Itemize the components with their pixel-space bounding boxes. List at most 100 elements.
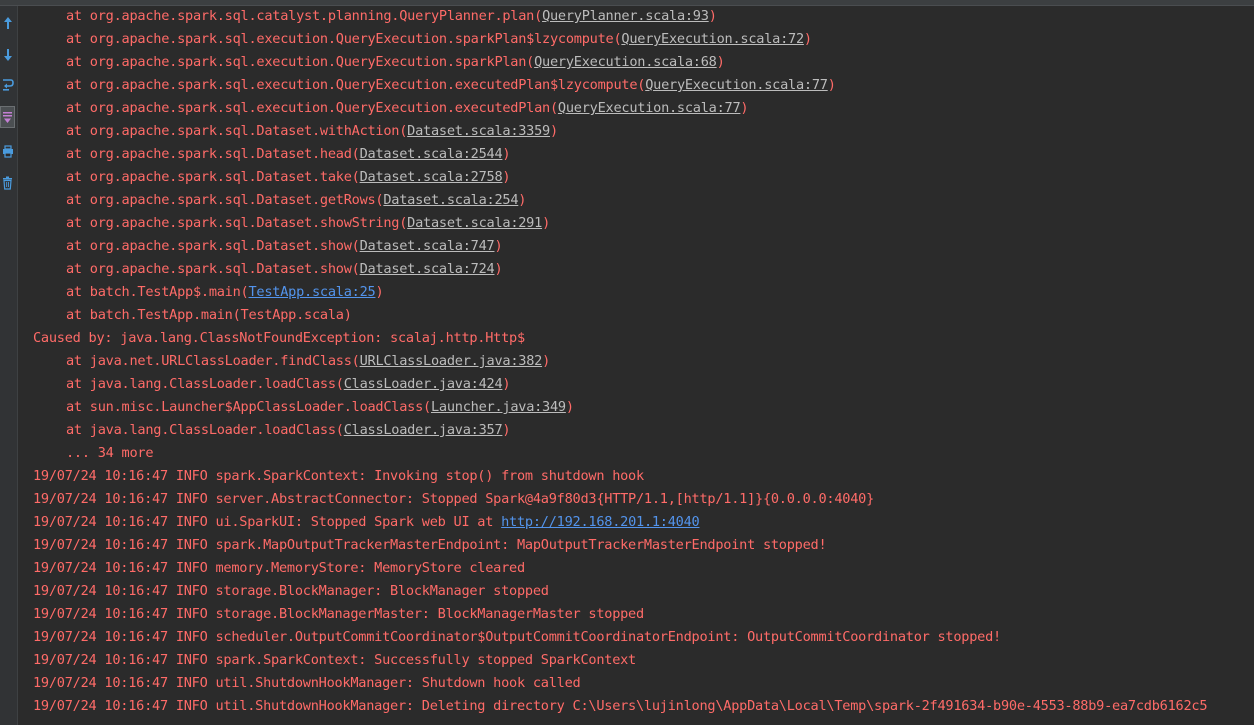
source-file-link[interactable]: QueryExecution.scala:77 <box>558 100 741 116</box>
log-text: 19/07/24 10:16:47 INFO storage.BlockMana… <box>33 583 549 599</box>
source-file-link[interactable]: QueryExecution.scala:68 <box>534 54 717 70</box>
console-line: at java.lang.ClassLoader.loadClass(Class… <box>33 419 1248 442</box>
log-text: 19/07/24 10:16:47 INFO util.ShutdownHook… <box>33 675 581 691</box>
log-text: at java.lang.ClassLoader.loadClass( <box>66 376 344 392</box>
console-line: at org.apache.spark.sql.execution.QueryE… <box>33 97 1248 120</box>
clear-all-icon[interactable] <box>0 172 15 194</box>
log-text: ) <box>708 8 717 24</box>
log-text: ) <box>550 123 558 139</box>
console-line: at org.apache.spark.sql.Dataset.show(Dat… <box>33 235 1248 258</box>
log-text: 19/07/24 10:16:47 INFO storage.BlockMana… <box>33 606 644 622</box>
log-text: ) <box>740 100 749 116</box>
source-file-link[interactable]: Dataset.scala:747 <box>360 238 495 254</box>
console-line: 19/07/24 10:16:47 INFO util.ShutdownHook… <box>33 672 1248 695</box>
log-text: at org.apache.spark.sql.execution.QueryE… <box>66 77 646 93</box>
log-text: 19/07/24 10:16:47 INFO scheduler.OutputC… <box>33 629 1001 645</box>
log-text: ) <box>565 399 574 415</box>
log-text: at org.apache.spark.sql.execution.QueryE… <box>66 31 622 47</box>
log-text: ) <box>803 31 812 47</box>
log-text: at org.apache.spark.sql.Dataset.withActi… <box>66 123 408 139</box>
log-text: ) <box>716 54 725 70</box>
console-line: Caused by: java.lang.ClassNotFoundExcept… <box>33 327 1248 350</box>
log-text: ) <box>375 284 384 300</box>
source-file-link[interactable]: ClassLoader.java:357 <box>344 422 503 438</box>
log-text: ) <box>494 238 503 254</box>
source-file-link[interactable]: Dataset.scala:724 <box>360 261 495 277</box>
soft-wrap-icon[interactable] <box>0 74 15 96</box>
log-text: ) <box>494 261 503 277</box>
console-output[interactable]: at org.apache.spark.sql.catalyst.plannin… <box>33 5 1248 725</box>
log-text: at org.apache.spark.sql.Dataset.take( <box>66 169 360 185</box>
print-icon[interactable] <box>0 140 15 162</box>
console-line: 19/07/24 10:16:47 INFO spark.MapOutputTr… <box>33 534 1248 557</box>
console-toolbar <box>0 6 18 725</box>
log-text: at org.apache.spark.sql.Dataset.showStri… <box>66 215 408 231</box>
log-text: ) <box>518 192 527 208</box>
console-line: at org.apache.spark.sql.execution.QueryE… <box>33 74 1248 97</box>
log-text: at org.apache.spark.sql.catalyst.plannin… <box>66 8 543 24</box>
log-text: at batch.TestApp.main(TestApp.scala) <box>66 307 352 323</box>
console-line: at java.net.URLClassLoader.findClass(URL… <box>33 350 1248 373</box>
down-stack-trace-icon[interactable] <box>0 44 15 66</box>
log-text: at java.lang.ClassLoader.loadClass( <box>66 422 344 438</box>
url-link[interactable]: http://192.168.201.1:4040 <box>501 514 700 530</box>
console-line: at org.apache.spark.sql.Dataset.take(Dat… <box>33 166 1248 189</box>
source-file-link[interactable]: Dataset.scala:291 <box>407 215 542 231</box>
source-file-link[interactable]: Dataset.scala:254 <box>383 192 518 208</box>
log-text: 19/07/24 10:16:47 INFO memory.MemoryStor… <box>33 560 525 576</box>
log-text: at org.apache.spark.sql.Dataset.show( <box>66 238 360 254</box>
console-line: 19/07/24 10:16:47 INFO storage.BlockMana… <box>33 603 1248 626</box>
log-text: at org.apache.spark.sql.execution.QueryE… <box>66 100 558 116</box>
log-text: 19/07/24 10:16:47 INFO server.AbstractCo… <box>33 491 875 507</box>
log-text: ) <box>502 422 511 438</box>
console-line: at batch.TestApp.main(TestApp.scala) <box>33 304 1248 327</box>
source-file-link[interactable]: QueryExecution.scala:77 <box>645 77 828 93</box>
console-line: at org.apache.spark.sql.execution.QueryE… <box>33 51 1248 74</box>
source-file-link[interactable]: Launcher.java:349 <box>431 399 566 415</box>
source-file-link[interactable]: QueryPlanner.scala:93 <box>542 8 709 24</box>
log-text: ) <box>502 169 511 185</box>
console-line: 19/07/24 10:16:47 INFO memory.MemoryStor… <box>33 557 1248 580</box>
console-line: at org.apache.spark.sql.Dataset.getRows(… <box>33 189 1248 212</box>
console-line: at sun.misc.Launcher$AppClassLoader.load… <box>33 396 1248 419</box>
source-file-link[interactable]: Dataset.scala:2758 <box>360 169 503 185</box>
log-text: 19/07/24 10:16:47 INFO spark.SparkContex… <box>33 652 636 668</box>
log-text: at org.apache.spark.sql.Dataset.show( <box>66 261 360 277</box>
console-line: ... 34 more <box>33 442 1248 465</box>
console-line: at org.apache.spark.sql.Dataset.head(Dat… <box>33 143 1248 166</box>
log-text: ) <box>502 376 511 392</box>
log-text: 19/07/24 10:16:47 INFO spark.SparkContex… <box>33 468 644 484</box>
log-text: at org.apache.spark.sql.Dataset.head( <box>66 146 360 162</box>
console-line: 19/07/24 10:16:47 INFO spark.SparkContex… <box>33 649 1248 672</box>
log-text: Caused by: java.lang.ClassNotFoundExcept… <box>33 330 525 346</box>
log-text: ) <box>542 215 550 231</box>
source-file-link[interactable]: Dataset.scala:2544 <box>360 146 503 162</box>
source-file-link[interactable]: Dataset.scala:3359 <box>407 123 550 139</box>
console-line: 19/07/24 10:16:47 INFO util.ShutdownHook… <box>33 695 1248 718</box>
log-text: 19/07/24 10:16:47 INFO ui.SparkUI: Stopp… <box>33 514 502 530</box>
console-line: at batch.TestApp$.main(TestApp.scala:25) <box>33 281 1248 304</box>
log-text: ) <box>827 77 836 93</box>
log-text: at org.apache.spark.sql.Dataset.getRows( <box>66 192 384 208</box>
source-file-link[interactable]: ClassLoader.java:424 <box>344 376 503 392</box>
up-stack-trace-icon[interactable] <box>0 12 15 34</box>
source-file-link[interactable]: TestApp.scala:25 <box>249 284 376 300</box>
console-line: at org.apache.spark.sql.execution.QueryE… <box>33 28 1248 51</box>
log-text: 19/07/24 10:16:47 INFO spark.MapOutputTr… <box>33 537 827 553</box>
console-line: 19/07/24 10:16:47 INFO ui.SparkUI: Stopp… <box>33 511 1248 534</box>
scroll-to-end-icon[interactable] <box>0 106 15 128</box>
log-text: ) <box>542 353 551 369</box>
console-line: 19/07/24 10:16:47 INFO storage.BlockMana… <box>33 580 1248 603</box>
console-line: 19/07/24 10:16:47 INFO spark.SparkContex… <box>33 465 1248 488</box>
source-file-link[interactable]: URLClassLoader.java:382 <box>360 353 543 369</box>
console-line: 19/07/24 10:16:47 INFO server.AbstractCo… <box>33 488 1248 511</box>
log-text: at org.apache.spark.sql.execution.QueryE… <box>66 54 535 70</box>
log-text: ) <box>502 146 511 162</box>
log-text: at sun.misc.Launcher$AppClassLoader.load… <box>66 399 431 415</box>
console-line: at org.apache.spark.sql.Dataset.show(Dat… <box>33 258 1248 281</box>
source-file-link[interactable]: QueryExecution.scala:72 <box>621 31 804 47</box>
log-text: 19/07/24 10:16:47 INFO util.ShutdownHook… <box>33 698 1208 714</box>
console-line: at org.apache.spark.sql.catalyst.plannin… <box>33 5 1248 28</box>
console-line: at java.lang.ClassLoader.loadClass(Class… <box>33 373 1248 396</box>
console-line: at org.apache.spark.sql.Dataset.withActi… <box>33 120 1248 143</box>
